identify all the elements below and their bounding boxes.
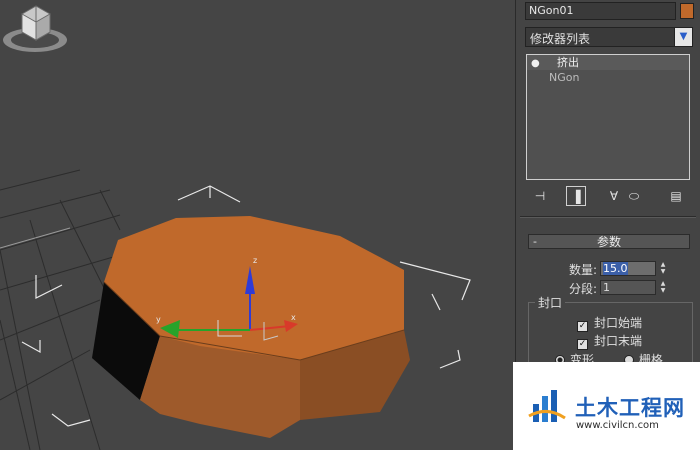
cap-start-label: 封口始端 [594, 316, 643, 330]
modifier-stack[interactable]: ● 挤出 NGon [526, 54, 690, 180]
show-end-result-icon[interactable]: ▐ [566, 186, 586, 206]
grid-highlight [0, 227, 71, 249]
stack-toolbar: ⊣ ▐ ∀ ⬭ ▤ [526, 186, 692, 208]
y-axis-label: y [156, 315, 161, 324]
lightbulb-icon[interactable]: ● [531, 56, 543, 71]
x-axis-label: x [291, 313, 296, 322]
watermark-site-name: 土木工程网 [575, 396, 685, 420]
rollout-title: 参数 [596, 235, 621, 249]
cap-start-row[interactable]: ✓ 封口始端 [577, 314, 642, 332]
spinner-arrows-icon[interactable]: ▲ ▼ [658, 280, 668, 295]
stack-item-extrude[interactable]: ● 挤出 [527, 55, 689, 70]
object-name-field[interactable]: NGon01 [525, 2, 676, 20]
z-axis-label: z [253, 256, 257, 265]
watermark-url: www.civilcn.com [576, 420, 659, 431]
pin-stack-icon[interactable]: ⊣ [530, 186, 550, 206]
chevron-down-icon[interactable]: ▼ [674, 28, 692, 46]
panel-divider [520, 216, 696, 218]
amount-label: 数量: [569, 263, 598, 277]
watermark-logo-icon [528, 390, 566, 422]
cap-end-checkbox[interactable]: ✓ [577, 339, 588, 350]
watermark: 土木工程网 www.civilcn.com [513, 362, 700, 450]
modifier-list-dropdown[interactable]: 修改器列表 ▼ [525, 27, 693, 47]
cap-end-row[interactable]: ✓ 封口末端 [577, 332, 642, 350]
viewport-scene: z y x [0, 169, 471, 450]
stack-item-label: 挤出 [557, 56, 579, 69]
parameters-rollout-header[interactable]: - 参数 [528, 234, 690, 249]
segments-label: 分段: [569, 282, 598, 296]
remove-modifier-icon[interactable]: ⬭ [624, 186, 644, 206]
capping-group-title: 封口 [535, 294, 566, 311]
amount-spinner[interactable]: 15.0 ▲ ▼ [600, 261, 670, 276]
configure-modifier-sets-icon[interactable]: ▤ [666, 186, 686, 206]
perspective-viewport[interactable]: z y x [0, 0, 515, 450]
amount-field[interactable]: 15.0 [600, 261, 656, 276]
stack-item-ngon[interactable]: NGon [527, 70, 689, 85]
spinner-arrows-icon[interactable]: ▲ ▼ [658, 261, 668, 276]
cap-start-checkbox[interactable]: ✓ [577, 321, 588, 332]
viewcube-icon[interactable] [0, 0, 70, 60]
segments-spinner[interactable]: 1 ▲ ▼ [600, 280, 670, 295]
modifier-list-label: 修改器列表 [530, 32, 591, 46]
amount-value: 15.0 [603, 262, 628, 275]
object-color-swatch[interactable] [680, 3, 694, 19]
cap-end-label: 封口末端 [594, 334, 643, 348]
segments-field[interactable]: 1 [600, 280, 656, 295]
make-unique-icon[interactable]: ∀ [604, 186, 624, 206]
